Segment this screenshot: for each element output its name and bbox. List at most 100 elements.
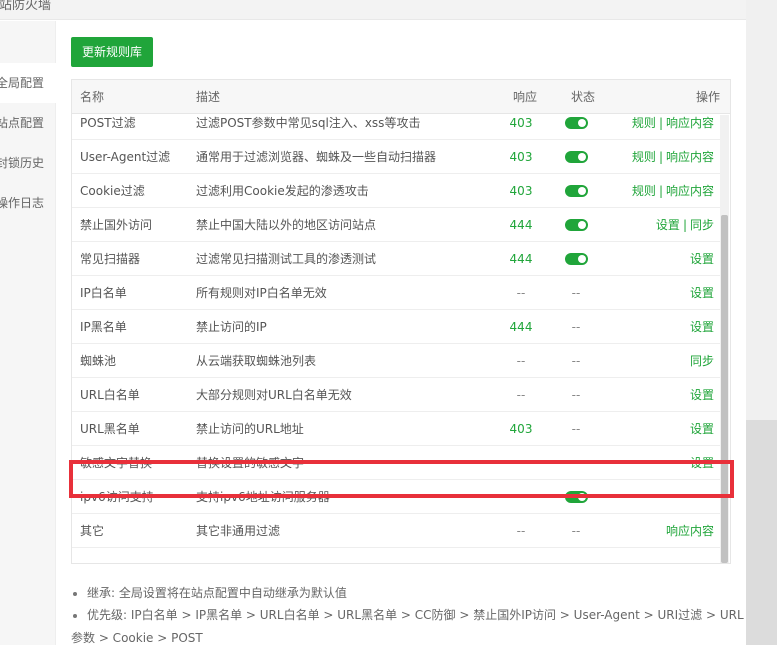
rule-desc: 大部分规则对URL白名单无效 bbox=[196, 388, 352, 402]
rule-state-toggle[interactable] bbox=[564, 184, 588, 197]
rule-ops: 响应内容 bbox=[666, 514, 714, 548]
table-row: 常见扫描器 过滤常见扫描测试工具的渗透测试 444 设置 bbox=[72, 242, 720, 276]
scrollbar-thumb[interactable] bbox=[721, 215, 728, 563]
table-row: User-Agent过滤 通常用于过滤浏览器、蜘蛛及一些自动扫描器 403 规则 | 响应… bbox=[72, 140, 720, 174]
table-row: 禁止国外访问 禁止中国大陆以外的地区访问站点 444 设置 | 同步 bbox=[72, 208, 720, 242]
rule-response-code[interactable]: 403 bbox=[508, 174, 534, 208]
ops-link[interactable]: 设置 bbox=[690, 456, 714, 470]
update-rules-button[interactable]: 更新规则库 bbox=[71, 37, 153, 67]
rule-response-code[interactable]: 403 bbox=[508, 115, 534, 140]
header-resp: 响应 bbox=[513, 90, 538, 104]
note-priority-line2: 参数 > Cookie > POST bbox=[71, 631, 203, 645]
rule-response-code[interactable]: 444 bbox=[508, 242, 534, 276]
ops-link[interactable]: 同步 bbox=[690, 218, 714, 232]
rule-name: URL白名单 bbox=[80, 388, 140, 402]
rule-name: POST过滤 bbox=[80, 116, 136, 130]
backdrop bbox=[746, 0, 777, 645]
rule-desc: 过滤POST参数中常见sql注入、xss等攻击 bbox=[196, 116, 421, 130]
ops-link[interactable]: 设置 bbox=[690, 252, 714, 266]
header-ops: 操作 bbox=[695, 90, 720, 104]
rule-name: 禁止国外访问 bbox=[80, 218, 153, 232]
rule-state-toggle[interactable] bbox=[564, 490, 588, 503]
ops-link[interactable]: 响应内容 bbox=[666, 116, 714, 130]
rule-ops: 设置 bbox=[690, 242, 714, 276]
rule-response-code[interactable]: 403 bbox=[508, 140, 534, 174]
rule-desc: 禁止访问的IP bbox=[196, 320, 267, 334]
ops-separator: | bbox=[658, 184, 663, 198]
rule-ops: 规则 | 响应内容 bbox=[632, 174, 714, 208]
table-row: URL黑名单 禁止访问的URL地址 403 -- 设置 bbox=[72, 412, 720, 446]
sidebar-item-block-history[interactable]: 封锁历史 bbox=[0, 143, 56, 183]
ops-separator: | bbox=[682, 218, 687, 232]
rule-desc: 过滤常见扫描测试工具的渗透测试 bbox=[196, 252, 377, 266]
table-row: POST过滤 过滤POST参数中常见sql注入、xss等攻击 403 规则 | 响应内容 bbox=[72, 115, 720, 140]
notes: 继承: 全局设置将在站点配置中自动继承为默认值 优先级: IP白名单 > IP黑… bbox=[71, 582, 744, 645]
rule-state: -- bbox=[571, 354, 581, 368]
note-inherit: 继承: 全局设置将在站点配置中自动继承为默认值 bbox=[71, 582, 736, 605]
rule-state: -- bbox=[571, 422, 581, 436]
rule-state: -- bbox=[571, 320, 581, 334]
note-priority: 优先级: IP白名单 > IP黑名单 > URL白名单 > URL黑名单 > C… bbox=[71, 604, 744, 645]
rule-response-code[interactable]: 403 bbox=[508, 412, 534, 446]
ops-link[interactable]: 响应内容 bbox=[666, 184, 714, 198]
rule-name: User-Agent过滤 bbox=[80, 150, 171, 164]
rule-response-code[interactable]: 444 bbox=[508, 310, 534, 344]
rule-name: URL黑名单 bbox=[80, 422, 140, 436]
rule-response-code[interactable]: 444 bbox=[508, 208, 534, 242]
rule-ops: 设置 bbox=[690, 378, 714, 412]
ops-link[interactable]: 设置 bbox=[690, 320, 714, 334]
rule-ops: 设置 bbox=[690, 276, 714, 310]
rule-ops: -- bbox=[705, 480, 714, 514]
rule-name: Cookie过滤 bbox=[80, 184, 145, 198]
ops-link[interactable]: 设置 bbox=[690, 286, 714, 300]
rule-state bbox=[562, 140, 590, 174]
rule-name: IP白名单 bbox=[80, 286, 127, 300]
rule-name: 常见扫描器 bbox=[80, 252, 141, 266]
rule-state bbox=[562, 115, 590, 140]
header-name: 名称 bbox=[80, 90, 105, 104]
ops-link[interactable]: 响应内容 bbox=[666, 524, 714, 538]
rule-state: -- bbox=[571, 388, 581, 402]
ops-link[interactable]: 同步 bbox=[690, 354, 714, 368]
ops-link[interactable]: 规则 bbox=[632, 184, 656, 198]
ops-link[interactable]: 规则 bbox=[632, 116, 656, 130]
ops-separator: | bbox=[658, 116, 663, 130]
rule-name: 其它 bbox=[80, 524, 105, 538]
table-row: 敏感文字替换 替换设置的敏感文字 -- -- 设置 bbox=[72, 446, 720, 480]
rule-ops: 设置 | 同步 bbox=[656, 208, 714, 242]
rule-desc: 替换设置的敏感文字 bbox=[196, 456, 305, 470]
ops-separator: | bbox=[658, 150, 663, 164]
rule-name: 蜘蛛池 bbox=[80, 354, 117, 368]
rule-response-code: -- bbox=[516, 490, 526, 504]
rule-state bbox=[562, 208, 590, 242]
ops-link[interactable]: 设置 bbox=[690, 388, 714, 402]
rule-desc: 支持ipv6地址访问服务器 bbox=[196, 490, 330, 504]
rule-state-toggle[interactable] bbox=[564, 150, 588, 163]
ops-link[interactable]: 响应内容 bbox=[666, 150, 714, 164]
sidebar-item-operation-log[interactable]: 操作日志 bbox=[0, 183, 56, 223]
rule-desc: 从云端获取蜘蛛池列表 bbox=[196, 354, 317, 368]
table-scrollbar[interactable] bbox=[720, 115, 729, 563]
rule-state: -- bbox=[571, 456, 581, 470]
rule-desc: 禁止访问的URL地址 bbox=[196, 422, 304, 436]
rule-state-toggle[interactable] bbox=[564, 116, 588, 129]
rule-ops: 设置 bbox=[690, 446, 714, 480]
ops-link[interactable]: 规则 bbox=[632, 150, 656, 164]
window-title: 网站防火墙 bbox=[0, 0, 52, 13]
table-body: POST过滤 过滤POST参数中常见sql注入、xss等攻击 403 规则 | 响应内容 U… bbox=[72, 115, 720, 563]
rule-ops: 同步 bbox=[690, 344, 714, 378]
rule-desc: 所有规则对IP白名单无效 bbox=[196, 286, 327, 300]
rule-state: -- bbox=[571, 286, 581, 300]
rule-response-code: -- bbox=[516, 388, 526, 402]
rule-state-toggle[interactable] bbox=[564, 252, 588, 265]
rule-state: -- bbox=[571, 524, 581, 538]
sidebar-item-global-config[interactable]: 全局配置 bbox=[0, 63, 56, 103]
rule-state-toggle[interactable] bbox=[564, 218, 588, 231]
rule-name: 敏感文字替换 bbox=[80, 456, 153, 470]
table-row: IP黑名单 禁止访问的IP 444 -- 设置 bbox=[72, 310, 720, 344]
backdrop-panel bbox=[746, 0, 777, 420]
ops-link[interactable]: 设置 bbox=[656, 218, 680, 232]
sidebar-item-site-config[interactable]: 站点配置 bbox=[0, 103, 56, 143]
window-titlebar: 网站防火墙 bbox=[0, 0, 746, 20]
ops-link[interactable]: 设置 bbox=[690, 422, 714, 436]
